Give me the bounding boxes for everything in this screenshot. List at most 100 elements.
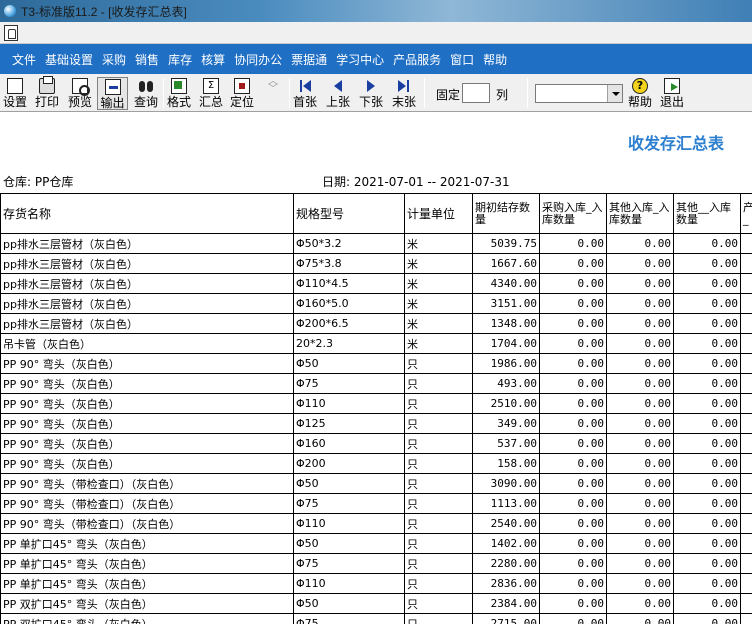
output-button[interactable]: 输出 bbox=[97, 77, 128, 110]
table-cell: Φ75 bbox=[293, 493, 405, 514]
table-cell: PP 90° 弯头（灰白色） bbox=[0, 373, 294, 394]
table-cell: 只 bbox=[404, 493, 473, 514]
table-row[interactable]: PP 双扩口45° 弯头（灰白色） Φ75 只 2715.00 0.00 0.00 0.00 bbox=[0, 613, 752, 624]
toolbar-separator bbox=[163, 78, 164, 108]
table-row[interactable]: PP 单扩口45° 弯头（灰白色） Φ110 只 2836.00 0.00 0.00 0.0… bbox=[0, 573, 752, 594]
table-cell-number: 1986.00 bbox=[472, 353, 540, 374]
table-cell-empty bbox=[740, 393, 752, 414]
table-row[interactable]: PP 90° 弯头（灰白色） Φ50 只 1986.00 0.00 0.00 0.00 bbox=[0, 353, 752, 374]
setup-icon bbox=[7, 78, 23, 94]
table-cell: PP 双扩口45° 弯头（灰白色） bbox=[0, 593, 294, 614]
table-row[interactable]: PP 双扩口45° 弯头（灰白色） Φ50 只 2384.00 0.00 0.00 0.00 bbox=[0, 593, 752, 614]
table-cell-number: 0.00 bbox=[673, 493, 741, 514]
summary-button[interactable]: Σ 汇总 bbox=[197, 77, 225, 110]
next-page-button[interactable]: 下张 bbox=[357, 77, 385, 110]
preview-button[interactable]: 预览 bbox=[66, 77, 94, 110]
first-page-icon bbox=[297, 78, 313, 94]
window-titlebar[interactable]: T3-标准版11.2 - [收发存汇总表] bbox=[0, 0, 752, 22]
printer-icon bbox=[39, 76, 55, 94]
exit-button[interactable]: 退出 bbox=[658, 77, 686, 110]
menu-file[interactable]: 文件 bbox=[12, 51, 36, 68]
table-cell-number: 0.00 bbox=[539, 433, 607, 454]
table-row[interactable]: PP 90° 弯头（带检查口）（灰白色） Φ110 只 2540.00 0.00 0.00… bbox=[0, 513, 752, 534]
menu-learning-center[interactable]: 学习中心 bbox=[336, 51, 384, 68]
table-row[interactable]: PP 90° 弯头（灰白色） Φ110 只 2510.00 0.00 0.00 0.00 bbox=[0, 393, 752, 414]
column-header[interactable]: 规格型号 bbox=[293, 193, 405, 234]
table-cell-number: 2280.00 bbox=[472, 553, 540, 574]
column-header[interactable]: 产_ bbox=[740, 193, 752, 234]
first-page-button[interactable]: 首张 bbox=[291, 77, 319, 110]
summary-icon: Σ bbox=[203, 78, 219, 94]
table-row[interactable]: pp排水三层管材（灰白色） Φ200*6.5 米 1348.00 0.00 0.00 0.0… bbox=[0, 313, 752, 334]
table-cell-number: 0.00 bbox=[673, 573, 741, 594]
column-header[interactable]: 计量单位 bbox=[404, 193, 473, 234]
table-row[interactable]: PP 90° 弯头（灰白色） Φ160 只 537.00 0.00 0.00 0.00 bbox=[0, 433, 752, 454]
table-row[interactable]: PP 单扩口45° 弯头（灰白色） Φ50 只 1402.00 0.00 0.00 0.00 bbox=[0, 533, 752, 554]
print-button[interactable]: 打印 bbox=[33, 76, 61, 110]
sort-updown-button[interactable]: ︿ ﹀ bbox=[259, 77, 287, 110]
table-cell-number: 0.00 bbox=[539, 573, 607, 594]
table-cell: pp排水三层管材（灰白色） bbox=[0, 233, 294, 254]
table-cell: PP 90° 弯头（带检查口）（灰白色） bbox=[0, 473, 294, 494]
prev-page-button[interactable]: 上张 bbox=[324, 77, 352, 110]
table-cell-number: 0.00 bbox=[539, 373, 607, 394]
table-cell-number: 0.00 bbox=[539, 453, 607, 474]
table-row[interactable]: PP 90° 弯头（灰白色） Φ200 只 158.00 0.00 0.00 0.00 bbox=[0, 453, 752, 474]
table-cell: 只 bbox=[404, 573, 473, 594]
last-page-button[interactable]: 末张 bbox=[390, 77, 418, 110]
table-cell: 只 bbox=[404, 513, 473, 534]
column-header[interactable]: 存货名称 bbox=[0, 193, 294, 234]
format-button[interactable]: 格式 bbox=[165, 77, 193, 110]
column-header[interactable]: 采购入库_入库数量 bbox=[539, 193, 607, 234]
fixed-columns-input[interactable] bbox=[462, 83, 490, 103]
table-cell-number: 0.00 bbox=[673, 513, 741, 534]
table-cell: 只 bbox=[404, 373, 473, 394]
query-button[interactable]: 查询 bbox=[132, 77, 160, 110]
table-cell: Φ50 bbox=[293, 473, 405, 494]
chevron-down-icon[interactable] bbox=[607, 85, 622, 102]
table-cell-empty bbox=[740, 453, 752, 474]
table-cell: 米 bbox=[404, 293, 473, 314]
date-range-label: 日期: 2021-07-01 -- 2021-07-31 bbox=[322, 175, 510, 189]
menu-product-service[interactable]: 产品服务 bbox=[393, 51, 441, 68]
menu-inventory[interactable]: 库存 bbox=[168, 51, 192, 68]
table-row[interactable]: PP 90° 弯头（带检查口）（灰白色） Φ50 只 3090.00 0.00 0.00 0… bbox=[0, 473, 752, 494]
table-row[interactable]: 吊卡管（灰白色） 20*2.3 米 1704.00 0.00 0.00 0.00 bbox=[0, 333, 752, 354]
table-row[interactable]: pp排水三层管材（灰白色） Φ110*4.5 米 4340.00 0.00 0.00 0.0… bbox=[0, 273, 752, 294]
menu-collaboration[interactable]: 协同办公 bbox=[234, 51, 282, 68]
table-row[interactable]: pp排水三层管材（灰白色） Φ50*3.2 米 5039.75 0.00 0.00 0.00 bbox=[0, 233, 752, 254]
menu-help[interactable]: 帮助 bbox=[483, 51, 507, 68]
table-cell: PP 90° 弯头（灰白色） bbox=[0, 453, 294, 474]
table-row[interactable]: PP 90° 弯头（带检查口）（灰白色） Φ75 只 1113.00 0.00 0.00 0… bbox=[0, 493, 752, 514]
column-header[interactable]: 其他__入库数量 bbox=[673, 193, 741, 234]
table-cell-number: 0.00 bbox=[539, 493, 607, 514]
table-cell-number: 2510.00 bbox=[472, 393, 540, 414]
table-cell-number: 2540.00 bbox=[472, 513, 540, 534]
table-cell: PP 90° 弯头（灰白色） bbox=[0, 393, 294, 414]
locate-button[interactable]: 定位 bbox=[228, 77, 256, 110]
table-cell-number: 0.00 bbox=[539, 313, 607, 334]
menu-sales[interactable]: 销售 bbox=[135, 51, 159, 68]
table-cell-number: 4340.00 bbox=[472, 273, 540, 294]
report-selector-dropdown[interactable] bbox=[535, 84, 623, 103]
column-header[interactable]: 期初结存数量 bbox=[472, 193, 540, 234]
table-row[interactable]: PP 90° 弯头（灰白色） Φ75 只 493.00 0.00 0.00 0.00 bbox=[0, 373, 752, 394]
table-row[interactable]: pp排水三层管材（灰白色） Φ75*3.8 米 1667.60 0.00 0.00 0.00 bbox=[0, 253, 752, 274]
menu-basic-settings[interactable]: 基础设置 bbox=[45, 51, 93, 68]
column-header[interactable]: 其他入库_入库数量 bbox=[606, 193, 674, 234]
menu-accounting[interactable]: 核算 bbox=[201, 51, 225, 68]
table-row[interactable]: PP 90° 弯头（灰白色） Φ125 只 349.00 0.00 0.00 0.00 bbox=[0, 413, 752, 434]
help-button[interactable]: ? 帮助 bbox=[626, 77, 654, 110]
document-icon[interactable] bbox=[4, 25, 18, 41]
table-cell-number: 0.00 bbox=[673, 613, 741, 624]
table-cell: 只 bbox=[404, 353, 473, 374]
table-row[interactable]: PP 单扩口45° 弯头（灰白色） Φ75 只 2280.00 0.00 0.00 0.00 bbox=[0, 553, 752, 574]
table-cell-empty bbox=[740, 553, 752, 574]
menu-purchase[interactable]: 采购 bbox=[102, 51, 126, 68]
exit-icon bbox=[664, 78, 680, 94]
table-row[interactable]: pp排水三层管材（灰白色） Φ160*5.0 米 3151.00 0.00 0.00 0.0… bbox=[0, 293, 752, 314]
setup-button[interactable]: 设置 bbox=[2, 77, 28, 110]
menu-window[interactable]: 窗口 bbox=[450, 51, 474, 68]
table-cell-number: 0.00 bbox=[606, 353, 674, 374]
menu-bill-service[interactable]: 票据通 bbox=[291, 51, 327, 68]
